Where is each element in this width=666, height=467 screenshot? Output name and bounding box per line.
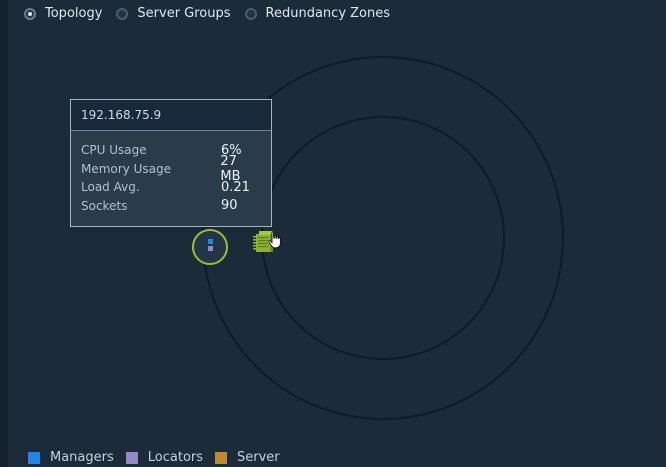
metric-row-sockets: Sockets 90: [81, 197, 261, 216]
legend-label: Managers: [50, 450, 114, 465]
left-panel-edge: [0, 0, 8, 467]
topology-inner-ring: [261, 116, 505, 360]
radio-topology[interactable]: Topology: [24, 6, 102, 21]
metric-value: 90: [221, 198, 238, 214]
view-mode-radio-group: Topology Server Groups Redundancy Zones: [24, 6, 404, 21]
legend-label: Server: [237, 450, 280, 465]
metric-value: 0.21: [221, 179, 250, 195]
legend: Managers Locators Server: [28, 450, 292, 465]
legend-item-locators: Locators: [125, 450, 204, 465]
radio-label: Server Groups: [137, 6, 231, 21]
radio-button-icon[interactable]: [116, 7, 129, 20]
metric-row-memory: Memory Usage 27 MB: [81, 154, 261, 184]
radio-label: Topology: [45, 6, 103, 21]
radio-button-icon[interactable]: [244, 7, 257, 20]
tooltip-title: 192.168.75.9: [71, 100, 271, 131]
radio-redundancy-zones[interactable]: Redundancy Zones: [244, 6, 391, 21]
locator-node[interactable]: [192, 229, 228, 265]
metric-label: Memory Usage: [81, 161, 172, 176]
hand-pointer-cursor-icon: [268, 231, 281, 249]
member-tooltip: 192.168.75.9 CPU Usage 6% Memory Usage 2…: [70, 99, 272, 227]
radio-server-groups[interactable]: Server Groups: [116, 6, 231, 21]
legend-item-managers: Managers: [28, 450, 114, 465]
metric-label: Sockets: [81, 198, 128, 213]
locator-node-icon: [208, 239, 213, 251]
legend-item-server: Server: [215, 450, 280, 465]
radio-label: Redundancy Zones: [265, 6, 391, 21]
legend-swatch: [215, 451, 228, 464]
tooltip-body: CPU Usage 6% Memory Usage 27 MB Load Avg…: [71, 131, 271, 215]
metric-row-load: Load Avg. 0.21: [81, 178, 261, 197]
legend-swatch: [28, 451, 40, 464]
metric-label: CPU Usage: [81, 143, 147, 158]
metric-label: Load Avg.: [81, 180, 140, 195]
radio-button-icon[interactable]: [24, 7, 36, 20]
legend-swatch: [125, 451, 138, 464]
legend-label: Locators: [147, 450, 204, 465]
